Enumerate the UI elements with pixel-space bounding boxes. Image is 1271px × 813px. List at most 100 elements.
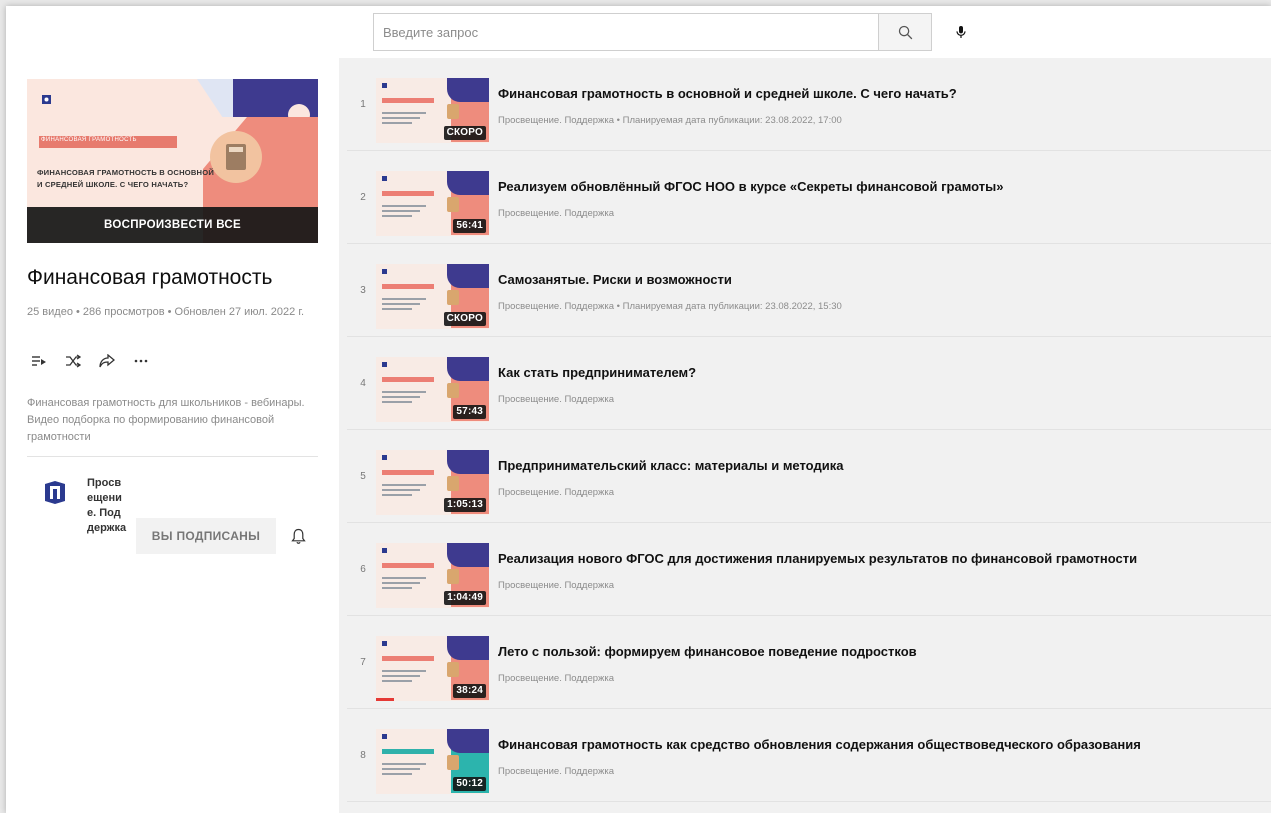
video-meta: Просвещение. Поддержка xyxy=(498,580,615,591)
video-title[interactable]: Реализуем обновлённый ФГОС НОО в курсе «… xyxy=(498,179,1258,194)
video-thumbnail[interactable]: 50:12 xyxy=(376,729,489,794)
thumbnail-logo xyxy=(382,455,387,460)
thumbnail-logo xyxy=(382,362,387,367)
playlist-actions xyxy=(26,348,154,378)
share-icon xyxy=(99,354,115,368)
thumbnail-text-line xyxy=(382,494,412,496)
thumbnail-text-line xyxy=(382,112,426,114)
thumbnail-logo xyxy=(382,83,387,88)
thumbnail-text-line xyxy=(382,675,420,677)
video-thumbnail[interactable]: 1:04:49 xyxy=(376,543,489,608)
video-thumbnail[interactable]: 1:05:13 xyxy=(376,450,489,515)
thumbnail-text-line xyxy=(382,298,426,300)
thumbnail-logo xyxy=(382,548,387,553)
thumbnail-navy-block xyxy=(447,729,489,753)
duration-badge: 50:12 xyxy=(453,777,486,791)
video-title[interactable]: Финансовая грамотность в основной и сред… xyxy=(498,86,1258,101)
thumbnail-text-line xyxy=(382,763,426,765)
playlist-video-row[interactable]: 5 1:05:13 Предпринимательский класс: матер… xyxy=(339,430,1271,523)
youtube-playlist-window: ФИНАНСОВАЯ ГРАМОТНОСТЬ Финансовая грамот… xyxy=(6,6,1271,813)
watch-progress-bar xyxy=(376,698,394,701)
playlist-title: Финансовая грамотность xyxy=(27,266,273,289)
bell-icon xyxy=(290,528,306,544)
video-thumbnail[interactable]: СКОРО xyxy=(376,78,489,143)
thumbnail-text-line xyxy=(382,768,420,770)
video-meta: Просвещение. Поддержка • Планируемая дат… xyxy=(498,301,842,312)
channel-name[interactable]: Просвещение. Поддержка xyxy=(87,476,127,536)
video-thumbnail[interactable]: 57:43 xyxy=(376,357,489,422)
video-title[interactable]: Как стать предпринимателем? xyxy=(498,365,1258,380)
duration-badge: 57:43 xyxy=(453,405,486,419)
thumbnail-navy-block xyxy=(447,264,489,288)
channel-avatar[interactable] xyxy=(42,479,68,505)
voice-search-button[interactable] xyxy=(944,15,978,49)
thumbnail-text-line xyxy=(382,401,412,403)
calculator-icon xyxy=(447,383,459,398)
video-meta: Просвещение. Поддержка xyxy=(498,394,615,405)
video-title[interactable]: Лето с пользой: формируем финансовое пов… xyxy=(498,644,1258,659)
thumbnail-text-line xyxy=(382,670,426,672)
video-thumbnail[interactable]: 56:41 xyxy=(376,171,489,236)
playlist-video-row[interactable]: 7 38:24 Лето с пользой: формируем финансов… xyxy=(339,616,1271,709)
add-to-queue-button[interactable] xyxy=(26,348,52,374)
video-meta: Просвещение. Поддержка xyxy=(498,208,615,219)
video-title[interactable]: Предпринимательский класс: материалы и м… xyxy=(498,458,1258,473)
microphone-icon xyxy=(956,26,966,38)
thumbnail-text-line xyxy=(382,587,412,589)
video-index: 5 xyxy=(360,471,366,482)
thumbnail-stripe xyxy=(382,656,434,661)
video-index: 4 xyxy=(360,378,366,389)
thumbnail-text-line xyxy=(382,210,420,212)
playlist-video-row[interactable]: 8 50:12 Финансовая грамотность как средств… xyxy=(339,709,1271,802)
playlist-thumbnail[interactable]: ФИНАНСОВАЯ ГРАМОТНОСТЬ Финансовая грамот… xyxy=(27,79,318,243)
video-title[interactable]: Самозанятые. Риски и возможности xyxy=(498,272,1258,287)
playlist-video-row[interactable]: 2 56:41 Реализуем обновлённый ФГОС НОО в к… xyxy=(339,151,1271,244)
thumbnail-text-line xyxy=(382,308,412,310)
video-meta: Просвещение. Поддержка • Планируемая дат… xyxy=(498,115,842,126)
thumbnail-stripe xyxy=(382,470,434,475)
thumbnail-text-line xyxy=(382,205,426,207)
thumbnail-logo xyxy=(382,641,387,646)
thumbnail-stripe xyxy=(382,749,434,754)
divider xyxy=(27,456,318,457)
search-button[interactable] xyxy=(878,13,932,51)
share-button[interactable] xyxy=(94,348,120,374)
video-title[interactable]: Реализация нового ФГОС для достижения пл… xyxy=(498,551,1258,566)
playlist-video-row[interactable]: 6 1:04:49 Реализация нового ФГОС для дости… xyxy=(339,523,1271,616)
calculator-icon xyxy=(447,104,459,119)
video-index: 1 xyxy=(360,99,366,110)
calculator-icon xyxy=(447,755,459,770)
thumbnail-text-line xyxy=(382,396,420,398)
subscribed-button[interactable]: ВЫ ПОДПИСАНЫ xyxy=(136,518,276,554)
thumbnail-caption: Финансовая грамотность в основной и сред… xyxy=(37,168,215,189)
video-thumbnail[interactable]: 38:24 xyxy=(376,636,489,701)
shuffle-button[interactable] xyxy=(60,348,86,374)
thumbnail-text-line xyxy=(382,489,420,491)
playlist-sidebar: ФИНАНСОВАЯ ГРАМОТНОСТЬ Финансовая грамот… xyxy=(6,58,338,813)
thumbnail-text-line xyxy=(382,582,420,584)
thumbnail-navy-block xyxy=(447,543,489,567)
duration-badge: 1:05:13 xyxy=(444,498,486,512)
video-meta: Просвещение. Поддержка xyxy=(498,487,615,498)
notifications-bell-button[interactable] xyxy=(286,524,310,548)
thumbnail-navy-block xyxy=(447,78,489,102)
search-icon xyxy=(898,25,912,39)
play-all-button[interactable]: ВОСПРОИЗВЕСТИ ВСЕ xyxy=(27,207,318,243)
more-actions-button[interactable] xyxy=(128,348,154,374)
shuffle-icon xyxy=(66,354,81,368)
playlist-video-row[interactable]: 4 57:43 Как стать предпринимателем? Просвещ… xyxy=(339,337,1271,430)
calculator-icon xyxy=(447,662,459,677)
video-index: 3 xyxy=(360,285,366,296)
video-thumbnail[interactable]: СКОРО xyxy=(376,264,489,329)
thumbnail-navy-block xyxy=(447,357,489,381)
top-bar xyxy=(6,6,1271,58)
thumbnail-stripe-text: ФИНАНСОВАЯ ГРАМОТНОСТЬ xyxy=(41,137,137,143)
thumbnail-stripe xyxy=(382,191,434,196)
playlist-video-row[interactable]: 1 СКОРО Финансовая грамотность в основной … xyxy=(339,58,1271,151)
playlist-video-row[interactable]: 3 СКОРО Самозанятые. Риски и возможности Пр… xyxy=(339,244,1271,337)
thumbnail-text-line xyxy=(382,215,412,217)
video-meta: Просвещение. Поддержка xyxy=(498,673,615,684)
search-input[interactable] xyxy=(373,13,878,51)
playlist-video-list: 1 СКОРО Финансовая грамотность в основной … xyxy=(339,58,1271,813)
video-title[interactable]: Финансовая грамотность как средство обно… xyxy=(498,737,1258,752)
